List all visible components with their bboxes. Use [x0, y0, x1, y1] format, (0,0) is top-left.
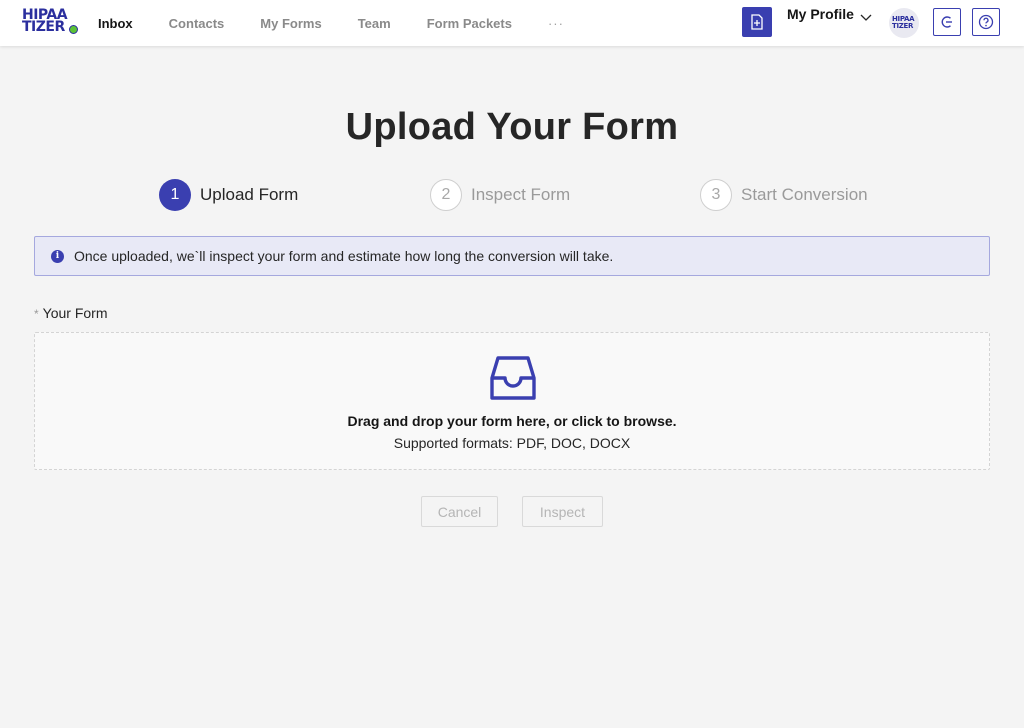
help-button[interactable] [972, 8, 1000, 36]
page-title: Upload Your Form [345, 106, 679, 148]
step-number: 3 [700, 179, 732, 211]
step-number: 2 [430, 179, 462, 211]
step-number: 1 [159, 179, 191, 211]
field-label-text: Your Form [42, 305, 108, 321]
required-marker: * [34, 307, 39, 321]
nav-item-contacts[interactable]: Contacts [169, 16, 225, 31]
info-text: Once uploaded, we`ll inspect your form a… [74, 248, 614, 264]
inbox-tray-icon [490, 356, 536, 400]
info-banner: i Once uploaded, we`ll inspect your form… [34, 236, 990, 276]
nav-item-team[interactable]: Team [358, 16, 391, 31]
new-form-button[interactable] [742, 7, 772, 37]
main-nav: Inbox Contacts My Forms Team Form Packet… [98, 0, 564, 46]
avatar-line-2: TIZER [892, 22, 914, 30]
logo-dot-icon [69, 25, 78, 34]
step-inspect-form: 2 Inspect Form [430, 179, 570, 211]
hipaatizer-logo[interactable]: HIPAA TIZER [22, 8, 82, 37]
step-start-conversion: 3 Start Conversion [700, 179, 868, 211]
chevron-down-icon [860, 14, 872, 21]
step-label: Start Conversion [741, 185, 868, 204]
inspect-button[interactable]: Inspect [522, 496, 603, 527]
logo-line-2: TIZER [22, 19, 65, 35]
step-upload-form: 1 Upload Form [159, 179, 298, 211]
file-plus-icon [751, 14, 763, 30]
form-dropzone[interactable]: Drag and drop your form here, or click t… [34, 332, 990, 470]
dropzone-subtitle: Supported formats: PDF, DOC, DOCX [393, 435, 631, 451]
avatar[interactable]: HIPAA TIZER [889, 8, 919, 38]
cancel-button[interactable]: Cancel [421, 496, 498, 527]
step-label: Upload Form [200, 185, 299, 204]
profile-menu[interactable]: My Profile [787, 6, 872, 22]
info-icon: i [51, 249, 64, 263]
logout-icon [941, 16, 952, 28]
nav-item-my-forms[interactable]: My Forms [260, 16, 321, 31]
nav-item-form-packets[interactable]: Form Packets [427, 16, 512, 31]
your-form-label: * Your Form [34, 305, 108, 321]
nav-more-menu[interactable]: ··· [548, 16, 564, 31]
nav-item-inbox[interactable]: Inbox [98, 16, 133, 31]
dropzone-title: Drag and drop your form here, or click t… [347, 413, 677, 429]
logout-button[interactable] [933, 8, 961, 36]
step-label: Inspect Form [471, 185, 571, 204]
top-navigation-bar: HIPAA TIZER Inbox Contacts My Forms Team… [0, 0, 1024, 46]
help-icon [978, 14, 994, 30]
profile-label: My Profile [787, 6, 854, 22]
